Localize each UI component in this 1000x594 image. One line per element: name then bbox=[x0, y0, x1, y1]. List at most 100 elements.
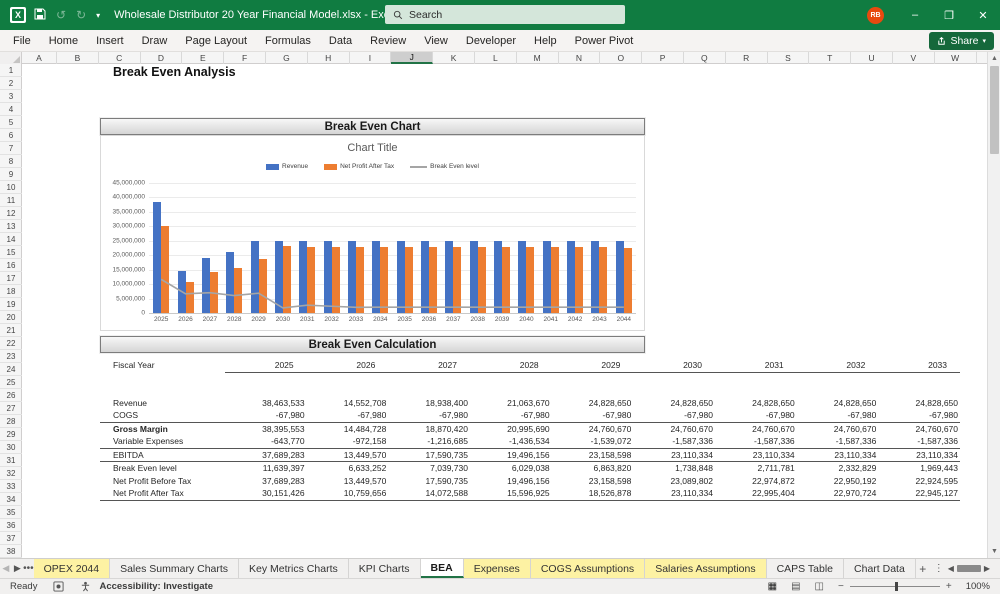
row-header-5[interactable]: 5 bbox=[0, 116, 22, 129]
sheet-nav-prev-icon[interactable]: ◀ bbox=[0, 559, 12, 578]
row-header-10[interactable]: 10 bbox=[0, 181, 22, 194]
row-header-16[interactable]: 16 bbox=[0, 259, 22, 272]
row-header-19[interactable]: 19 bbox=[0, 298, 22, 311]
hscroll-right-icon[interactable]: ▶ bbox=[984, 564, 990, 573]
row-header-22[interactable]: 22 bbox=[0, 337, 22, 350]
hscroll-left-icon[interactable]: ◀ bbox=[948, 564, 954, 573]
select-all-corner[interactable] bbox=[0, 52, 22, 64]
page-layout-view-icon[interactable]: ▤ bbox=[791, 581, 800, 592]
row-header-4[interactable]: 4 bbox=[0, 103, 22, 116]
scroll-down-icon[interactable]: ▼ bbox=[988, 545, 1000, 558]
sheet-tab-expenses[interactable]: Expenses bbox=[464, 559, 531, 578]
row-header-21[interactable]: 21 bbox=[0, 324, 22, 337]
horizontal-scrollbar[interactable]: ◀ ▶ bbox=[948, 564, 990, 573]
column-header-U[interactable]: U bbox=[851, 52, 893, 64]
redo-icon[interactable]: ↻ bbox=[76, 8, 86, 22]
ribbon-tab-power-pivot[interactable]: Power Pivot bbox=[566, 30, 643, 52]
row-header-30[interactable]: 30 bbox=[0, 441, 22, 454]
vertical-scrollbar[interactable]: ▲ ▼ bbox=[987, 52, 1000, 558]
worksheet-canvas[interactable]: Break Even Analysis Break Even Chart Cha… bbox=[23, 64, 976, 558]
row-header-2[interactable]: 2 bbox=[0, 77, 22, 90]
row-header-17[interactable]: 17 bbox=[0, 272, 22, 285]
break-even-chart[interactable]: Chart Title RevenueNet Profit After TaxB… bbox=[100, 135, 645, 331]
column-header-H[interactable]: H bbox=[308, 52, 350, 64]
row-header-6[interactable]: 6 bbox=[0, 129, 22, 142]
column-header-L[interactable]: L bbox=[475, 52, 517, 64]
row-header-14[interactable]: 14 bbox=[0, 233, 22, 246]
ribbon-tab-data[interactable]: Data bbox=[320, 30, 361, 52]
row-header-12[interactable]: 12 bbox=[0, 207, 22, 220]
accessibility-icon[interactable] bbox=[80, 581, 91, 592]
ribbon-tab-home[interactable]: Home bbox=[40, 30, 87, 52]
row-header-31[interactable]: 31 bbox=[0, 454, 22, 467]
sheet-tab-caps-table[interactable]: CAPS Table bbox=[767, 559, 844, 578]
row-header-8[interactable]: 8 bbox=[0, 155, 22, 168]
column-header-C[interactable]: C bbox=[99, 52, 141, 64]
minimize-button[interactable]: – bbox=[898, 0, 932, 30]
sheet-list-icon[interactable]: ••• bbox=[23, 563, 34, 574]
column-header-I[interactable]: I bbox=[350, 52, 392, 64]
row-header-38[interactable]: 38 bbox=[0, 545, 22, 558]
sheet-nav-next-icon[interactable]: ▶ bbox=[12, 559, 24, 578]
column-header-F[interactable]: F bbox=[224, 52, 266, 64]
row-header-3[interactable]: 3 bbox=[0, 90, 22, 103]
sheet-tab-chart-data[interactable]: Chart Data bbox=[844, 559, 916, 578]
share-button[interactable]: Share ▾ bbox=[929, 32, 994, 50]
column-header-Q[interactable]: Q bbox=[684, 52, 726, 64]
sheet-tab-cogs-assumptions[interactable]: COGS Assumptions bbox=[531, 559, 645, 578]
row-header-9[interactable]: 9 bbox=[0, 168, 22, 181]
column-header-K[interactable]: K bbox=[433, 52, 475, 64]
ribbon-tab-developer[interactable]: Developer bbox=[457, 30, 525, 52]
undo-icon[interactable]: ↺ bbox=[56, 8, 66, 22]
column-header-G[interactable]: G bbox=[266, 52, 308, 64]
row-header-23[interactable]: 23 bbox=[0, 350, 22, 363]
row-header-25[interactable]: 25 bbox=[0, 376, 22, 389]
column-header-P[interactable]: P bbox=[642, 52, 684, 64]
row-header-35[interactable]: 35 bbox=[0, 506, 22, 519]
row-header-27[interactable]: 27 bbox=[0, 402, 22, 415]
column-header-A[interactable]: A bbox=[22, 52, 57, 64]
row-header-18[interactable]: 18 bbox=[0, 285, 22, 298]
column-header-B[interactable]: B bbox=[57, 52, 99, 64]
row-header-13[interactable]: 13 bbox=[0, 220, 22, 233]
ribbon-tab-page-layout[interactable]: Page Layout bbox=[176, 30, 256, 52]
macro-record-icon[interactable] bbox=[53, 581, 64, 592]
column-header-O[interactable]: O bbox=[600, 52, 642, 64]
close-button[interactable]: ✕ bbox=[966, 0, 1000, 30]
zoom-level[interactable]: 100% bbox=[966, 581, 990, 592]
column-header-V[interactable]: V bbox=[893, 52, 935, 64]
sheet-tab-sales-summary-charts[interactable]: Sales Summary Charts bbox=[110, 559, 239, 578]
row-header-15[interactable]: 15 bbox=[0, 246, 22, 259]
row-header-1[interactable]: 1 bbox=[0, 64, 22, 77]
sheet-tab-opex-2044[interactable]: OPEX 2044 bbox=[34, 559, 110, 578]
column-header-D[interactable]: D bbox=[141, 52, 183, 64]
ribbon-tab-formulas[interactable]: Formulas bbox=[256, 30, 320, 52]
sheet-tab-salaries-assumptions[interactable]: Salaries Assumptions bbox=[645, 559, 766, 578]
column-header-M[interactable]: M bbox=[517, 52, 559, 64]
excel-app-icon[interactable] bbox=[10, 7, 26, 23]
ribbon-tab-help[interactable]: Help bbox=[525, 30, 566, 52]
sheet-tab-kpi-charts[interactable]: KPI Charts bbox=[349, 559, 421, 578]
hscroll-thumb[interactable] bbox=[957, 565, 981, 572]
column-header-E[interactable]: E bbox=[182, 52, 224, 64]
sheet-tab-key-metrics-charts[interactable]: Key Metrics Charts bbox=[239, 559, 349, 578]
sheet-tab-bea[interactable]: BEA bbox=[421, 559, 464, 578]
scroll-up-icon[interactable]: ▲ bbox=[988, 52, 1000, 65]
row-header-24[interactable]: 24 bbox=[0, 363, 22, 376]
zoom-slider-thumb[interactable] bbox=[895, 582, 898, 591]
column-header-W[interactable]: W bbox=[935, 52, 977, 64]
column-header-T[interactable]: T bbox=[809, 52, 851, 64]
qat-customize-icon[interactable]: ▾ bbox=[96, 11, 100, 20]
row-header-36[interactable]: 36 bbox=[0, 519, 22, 532]
search-input[interactable]: Search bbox=[385, 5, 625, 24]
ribbon-tab-draw[interactable]: Draw bbox=[133, 30, 177, 52]
zoom-out-icon[interactable]: − bbox=[838, 581, 844, 592]
column-header-R[interactable]: R bbox=[726, 52, 768, 64]
row-header-11[interactable]: 11 bbox=[0, 194, 22, 207]
row-header-37[interactable]: 37 bbox=[0, 532, 22, 545]
ribbon-tab-view[interactable]: View bbox=[415, 30, 457, 52]
row-header-33[interactable]: 33 bbox=[0, 480, 22, 493]
ribbon-tab-file[interactable]: File bbox=[4, 30, 40, 52]
avatar[interactable]: RB bbox=[867, 7, 884, 24]
add-sheet-button[interactable]: + bbox=[916, 559, 930, 578]
